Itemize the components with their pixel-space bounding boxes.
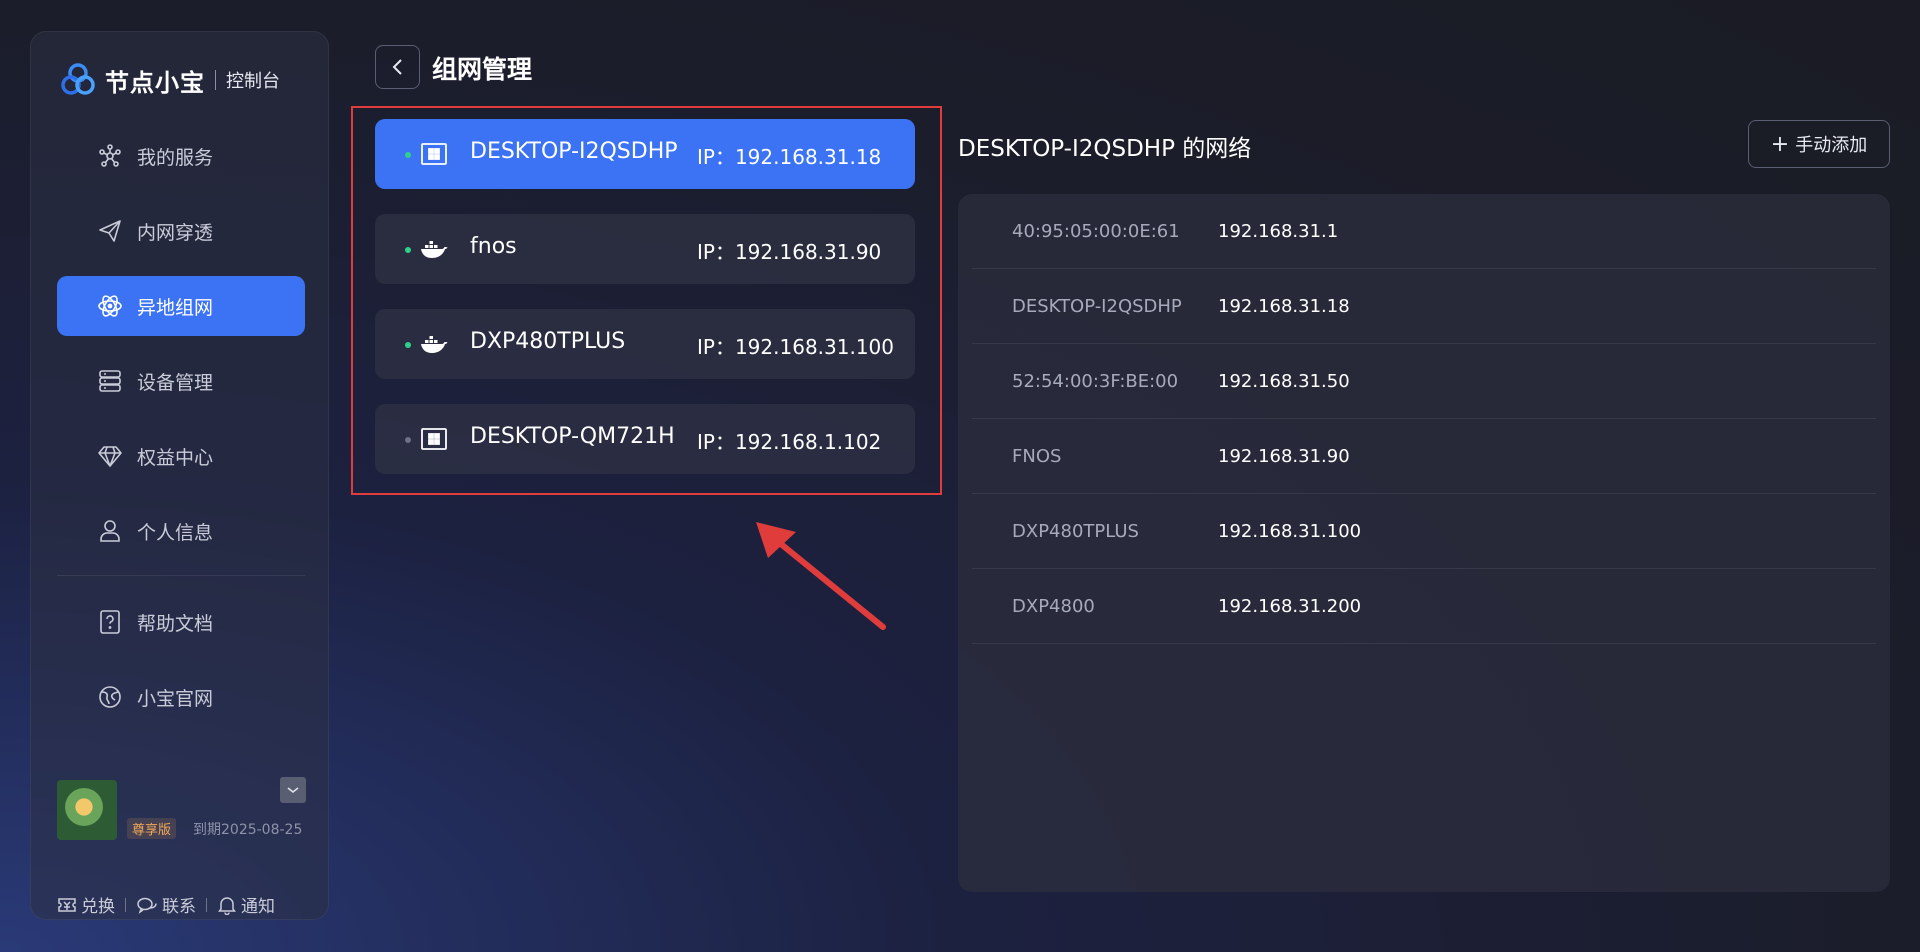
footer-separator (206, 897, 207, 912)
list-item[interactable]: 40:95:05:00:0E:61 192.168.31.1 (972, 194, 1876, 269)
device-name: fnos (470, 234, 517, 259)
sidebar-item-remote-network[interactable]: 异地组网 (57, 276, 305, 336)
atom-icon (97, 293, 123, 319)
brand-name: 节点小宝 (105, 68, 205, 97)
list-item[interactable]: DESKTOP-I2QSDHP 192.168.31.18 (972, 269, 1876, 344)
host-name: DESKTOP-I2QSDHP (1012, 296, 1182, 317)
logo-icon (61, 63, 95, 95)
sidebar-item-label: 设备管理 (137, 371, 214, 394)
footer-separator (125, 897, 126, 912)
list-item[interactable]: FNOS 192.168.31.90 (972, 419, 1876, 494)
contact-link[interactable]: 联系 (136, 892, 196, 917)
host-name: 40:95:05:00:0E:61 (1012, 221, 1180, 242)
brand-subtitle: 控制台 (226, 71, 280, 92)
annotation-arrow (756, 522, 886, 630)
sidebar-item-label: 异地组网 (137, 296, 214, 319)
expire-date: 到期2025-08-25 (193, 822, 303, 838)
online-status-dot (405, 247, 411, 253)
sidebar-item-label: 我的服务 (137, 146, 214, 169)
diamond-icon (97, 443, 123, 469)
bell-icon (218, 896, 236, 915)
help-doc-icon (97, 609, 123, 635)
device-card[interactable]: DESKTOP-QM721H IP：192.168.1.102 (375, 404, 915, 474)
list-item[interactable]: 52:54:00:3F:BE:00 192.168.31.50 (972, 344, 1876, 419)
manual-add-button[interactable]: + 手动添加 (1748, 120, 1890, 168)
manual-add-label: 手动添加 (1795, 135, 1868, 156)
sidebar-item-intranet[interactable]: 内网穿透 (57, 201, 305, 261)
sidebar-item-profile[interactable]: 个人信息 (57, 501, 305, 561)
device-name: DESKTOP-I2QSDHP (470, 139, 678, 164)
sidebar: 节点小宝 控制台 我的服务 内网穿透 异地组网 设备管理 权益中心 个人信息 帮… (30, 31, 329, 920)
nodes-icon (97, 143, 123, 169)
brand-separator (215, 70, 216, 90)
device-ip: IP：192.168.31.90 (697, 240, 882, 264)
device-card[interactable]: DXP480TPLUS IP：192.168.31.100 (375, 309, 915, 379)
offline-status-dot (405, 437, 411, 443)
docker-icon (420, 236, 448, 262)
server-icon (97, 368, 123, 394)
sidebar-item-label: 小宝官网 (137, 687, 214, 710)
globe-icon (97, 684, 123, 710)
host-ip: 192.168.31.100 (1218, 521, 1362, 542)
host-name: DXP480TPLUS (1012, 521, 1139, 542)
device-name: DESKTOP-QM721H (470, 424, 675, 449)
network-list: 40:95:05:00:0E:61 192.168.31.1 DESKTOP-I… (958, 194, 1890, 892)
user-icon (97, 518, 123, 544)
docker-icon (420, 331, 448, 357)
list-item[interactable]: DXP4800 192.168.31.200 (972, 569, 1876, 644)
host-ip: 192.168.31.90 (1218, 446, 1350, 467)
sidebar-item-label: 个人信息 (137, 521, 214, 544)
redeem-link[interactable]: 兑换 (57, 892, 115, 917)
redeem-label: 兑换 (81, 897, 115, 917)
sidebar-item-website[interactable]: 小宝官网 (57, 667, 305, 727)
device-card[interactable]: fnos IP：192.168.31.90 (375, 214, 915, 284)
device-ip: IP：192.168.1.102 (697, 430, 882, 454)
host-name: 52:54:00:3F:BE:00 (1012, 371, 1179, 392)
notify-label: 通知 (241, 897, 275, 917)
page-title: 组网管理 (432, 55, 533, 84)
host-ip: 192.168.31.18 (1218, 296, 1350, 317)
back-button[interactable] (375, 45, 420, 89)
chevron-down-icon (287, 787, 299, 794)
brand[interactable]: 节点小宝 控制台 (59, 58, 280, 102)
list-item[interactable]: DXP480TPLUS 192.168.31.100 (972, 494, 1876, 569)
network-title: DESKTOP-I2QSDHP 的网络 (958, 136, 1252, 162)
chevron-left-icon (392, 59, 402, 75)
host-ip: 192.168.31.1 (1218, 221, 1339, 242)
chat-icon (137, 897, 157, 914)
device-ip: IP：192.168.31.100 (697, 335, 895, 359)
sidebar-item-device-management[interactable]: 设备管理 (57, 351, 305, 411)
ticket-icon (58, 897, 76, 912)
contact-label: 联系 (162, 897, 196, 917)
sidebar-item-label: 内网穿透 (137, 221, 214, 244)
sidebar-item-label: 帮助文档 (137, 612, 214, 635)
plus-icon: + (1770, 131, 1790, 157)
host-ip: 192.168.31.50 (1218, 371, 1350, 392)
sidebar-item-label: 权益中心 (137, 446, 214, 469)
sidebar-item-benefits[interactable]: 权益中心 (57, 426, 305, 486)
sidebar-divider (57, 575, 305, 576)
device-card[interactable]: DESKTOP-I2QSDHP IP：192.168.31.18 (375, 119, 915, 189)
paper-plane-icon (97, 218, 123, 244)
device-name: DXP480TPLUS (470, 329, 626, 354)
windows-icon (420, 141, 448, 167)
device-ip: IP：192.168.31.18 (697, 145, 882, 169)
online-status-dot (405, 342, 411, 348)
sidebar-item-help-docs[interactable]: 帮助文档 (57, 592, 305, 652)
host-name: DXP4800 (1012, 596, 1095, 617)
sidebar-footer: 兑换 联系 通知 (57, 892, 275, 917)
online-status-dot (405, 152, 411, 158)
notify-link[interactable]: 通知 (217, 892, 275, 917)
tier-badge: 尊享版 (127, 818, 177, 839)
windows-icon (420, 426, 448, 452)
avatar[interactable] (57, 780, 117, 840)
host-ip: 192.168.31.200 (1218, 596, 1362, 617)
sidebar-item-my-services[interactable]: 我的服务 (57, 126, 305, 186)
account-dropdown-button[interactable] (280, 777, 306, 803)
host-name: FNOS (1012, 446, 1062, 467)
